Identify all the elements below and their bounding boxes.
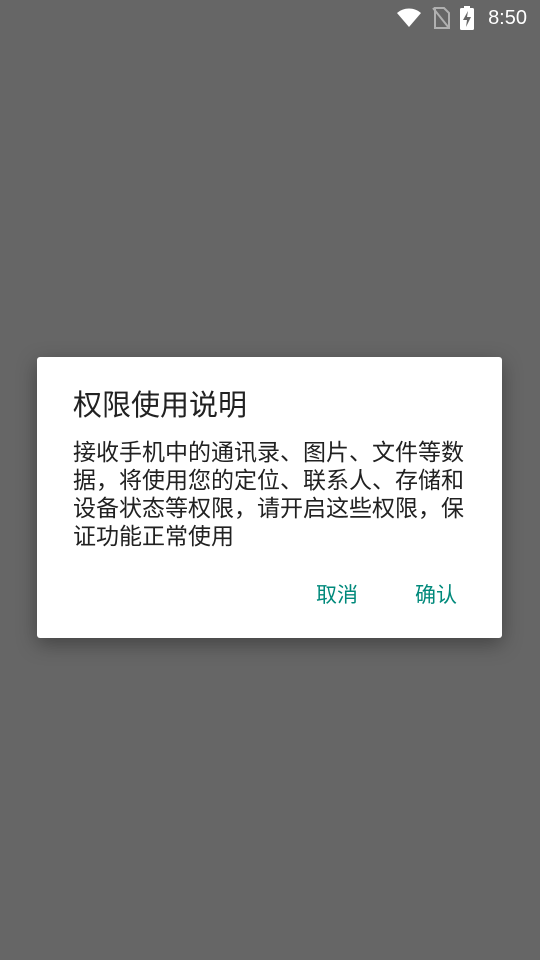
permission-dialog: 权限使用说明 接收手机中的通讯录、图片、文件等数据，将使用您的定位、联系人、存储… [37,357,502,638]
dialog-title: 权限使用说明 [73,388,248,422]
dialog-message: 接收手机中的通讯录、图片、文件等数据，将使用您的定位、联系人、存储和设备状态等权… [73,440,464,550]
no-sim-icon [432,7,451,29]
wifi-icon [396,8,422,28]
cancel-button[interactable]: 取消 [316,581,358,609]
battery-charging-icon [460,6,475,30]
confirm-button[interactable]: 确认 [415,581,457,609]
status-time: 8:50 [488,6,527,29]
status-bar: 8:50 [0,0,540,36]
dialog-actions: 取消 确认 [316,581,457,609]
